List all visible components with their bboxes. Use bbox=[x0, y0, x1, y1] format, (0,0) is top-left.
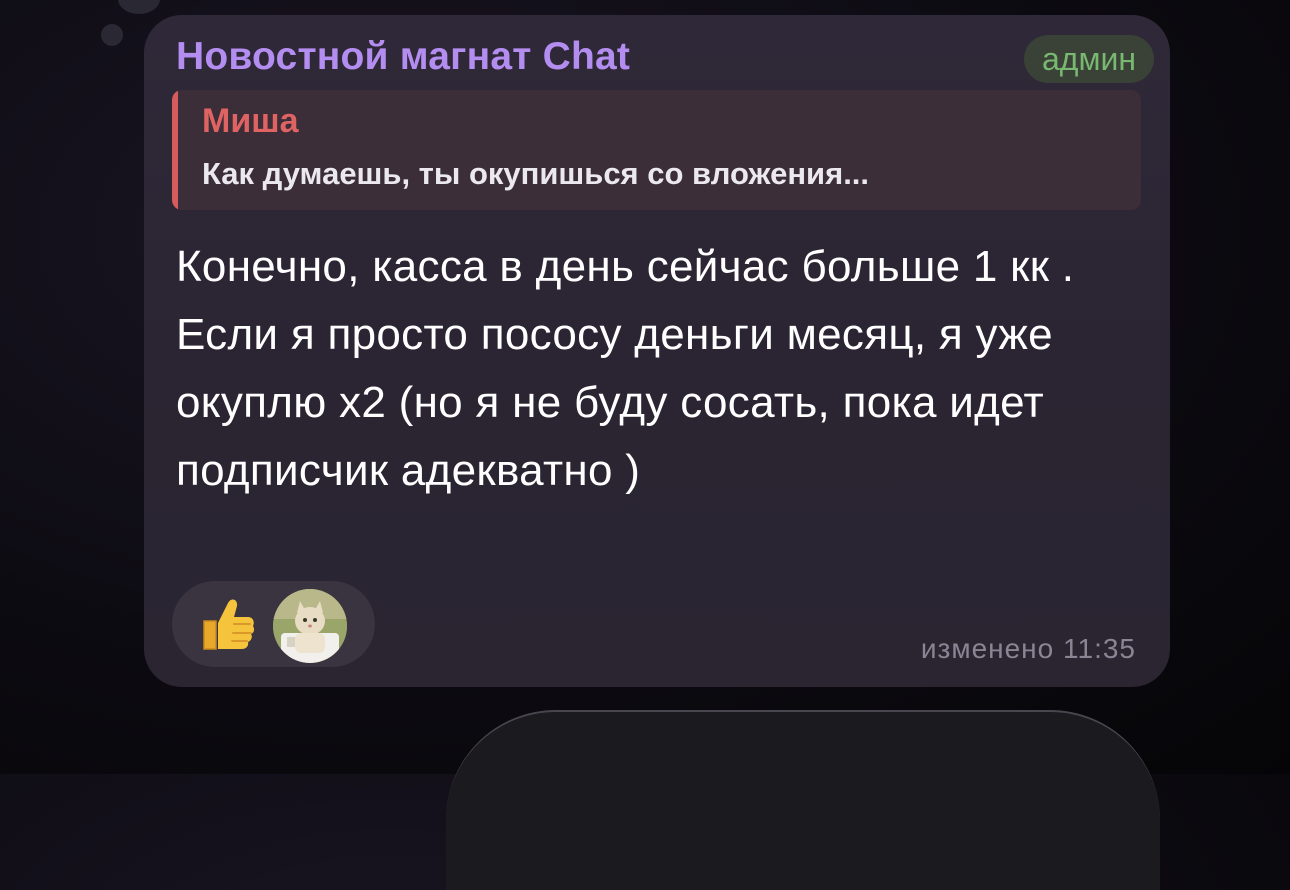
reply-author: Миша bbox=[202, 102, 299, 140]
message-time: 11:35 bbox=[1063, 633, 1136, 664]
cat-avatar-icon bbox=[273, 589, 347, 663]
decorative-bubble-dot bbox=[118, 0, 160, 14]
message-text: Конечно, касса в день сейчас больше 1 кк… bbox=[176, 242, 1075, 495]
admin-badge: админ bbox=[1023, 35, 1154, 83]
reply-accent-bar bbox=[172, 90, 178, 210]
edited-label: изменено bbox=[920, 633, 1055, 664]
reply-quote[interactable]: Миша Как думаешь, ты окупишься со вложен… bbox=[172, 90, 1141, 210]
sender-name[interactable]: Новостной магнат Chat bbox=[176, 35, 630, 79]
message-meta: изменено 11:35 bbox=[921, 633, 1136, 665]
next-message-bubble bbox=[446, 710, 1160, 890]
message-bubble[interactable]: Новостной магнат Chat админ Миша Как дум… bbox=[144, 15, 1170, 687]
decorative-bubble-dot bbox=[101, 24, 123, 46]
user-avatar-cat[interactable] bbox=[273, 589, 347, 663]
reactions-pill[interactable] bbox=[172, 581, 375, 667]
thumbs-up-icon[interactable] bbox=[196, 593, 260, 657]
reply-text: Как думаешь, ты окупишься со вложения... bbox=[202, 156, 870, 191]
